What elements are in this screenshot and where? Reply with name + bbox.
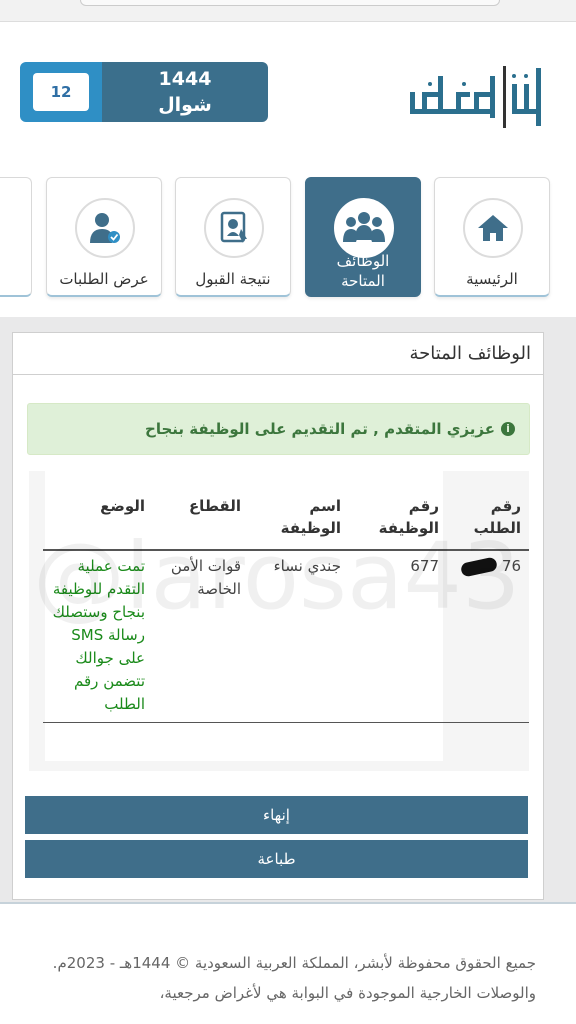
col-status: الوضع [43, 481, 153, 551]
col-job-no: رقم الوظيفة [349, 481, 447, 551]
panel-title: الوظائف المتاحة [13, 333, 543, 375]
available-jobs-panel: الوظائف المتاحة i عزيزي المتقدم , تم الت… [12, 332, 544, 900]
col-job-name: اسم الوظيفة [249, 481, 349, 551]
nav-item-view-requests[interactable]: عرض الطلبات [46, 177, 162, 297]
group-icon [343, 212, 385, 242]
jobs-table: رقم الطلب رقم الوظيفة اسم الوظيفة القطاع… [43, 481, 529, 723]
footer: جميع الحقوق محفوظة لأبشر، المملكة العربي… [0, 902, 576, 1024]
footer-copyright: جميع الحقوق محفوظة لأبشر، المملكة العربي… [52, 954, 536, 1002]
user-check-icon [90, 213, 120, 243]
absher-tawzeef-logo[interactable] [408, 62, 558, 132]
hijri-date-card: 12 1444 شوال [20, 62, 268, 122]
address-bar[interactable] [80, 0, 500, 6]
finish-button[interactable]: إنهاء [25, 796, 528, 834]
date-year: 1444 [158, 68, 212, 90]
table-row: 76 677 جندي نساء قوات الأمن الخاصة تمت ع… [43, 550, 529, 723]
nav-item-label: عرض الطلبات [59, 270, 149, 288]
nav-item-acceptance-result[interactable]: نتيجة القبول [175, 177, 291, 297]
date-day: 12 [33, 73, 89, 111]
certificate-icon [220, 211, 247, 243]
cell-status: تمت عملية التقدم للوظيفة بنجاح وستصلك رس… [43, 550, 153, 723]
info-icon: i [501, 422, 515, 436]
alert-text: عزيزي المتقدم , تم التقديم على الوظيفة ب… [145, 420, 495, 438]
main-nav: الرئيسية الوظائف المتاحة نتيجة القبول عر… [0, 177, 576, 302]
col-request-no: رقم الطلب [447, 481, 529, 551]
nav-item-label: الوظائف المتاحة [336, 252, 390, 290]
print-button[interactable]: طباعة [25, 840, 528, 878]
cell-sector: قوات الأمن الخاصة [153, 550, 249, 723]
browser-top-strip [0, 0, 576, 22]
table-header-row: رقم الطلب رقم الوظيفة اسم الوظيفة القطاع… [43, 481, 529, 551]
home-icon [478, 215, 508, 241]
col-sector: القطاع [153, 481, 249, 551]
cell-job-no: 677 [349, 550, 447, 723]
nav-item-label: الرئيسية [466, 270, 518, 288]
success-alert: i عزيزي المتقدم , تم التقديم على الوظيفة… [27, 403, 530, 455]
nav-item-label: نتيجة القبول [195, 270, 271, 288]
nav-item-home[interactable]: الرئيسية [434, 177, 550, 297]
date-month: شوال [158, 94, 212, 116]
site-header: 12 1444 شوال الرئيسية الوظائف المتاحة نت… [0, 22, 576, 317]
nav-item-available-jobs[interactable]: الوظائف المتاحة [305, 177, 421, 297]
nav-item-partial[interactable] [0, 177, 32, 297]
redaction-mark [460, 555, 499, 578]
cell-request-no: 76 [447, 550, 529, 723]
cell-job-name: جندي نساء [249, 550, 349, 723]
